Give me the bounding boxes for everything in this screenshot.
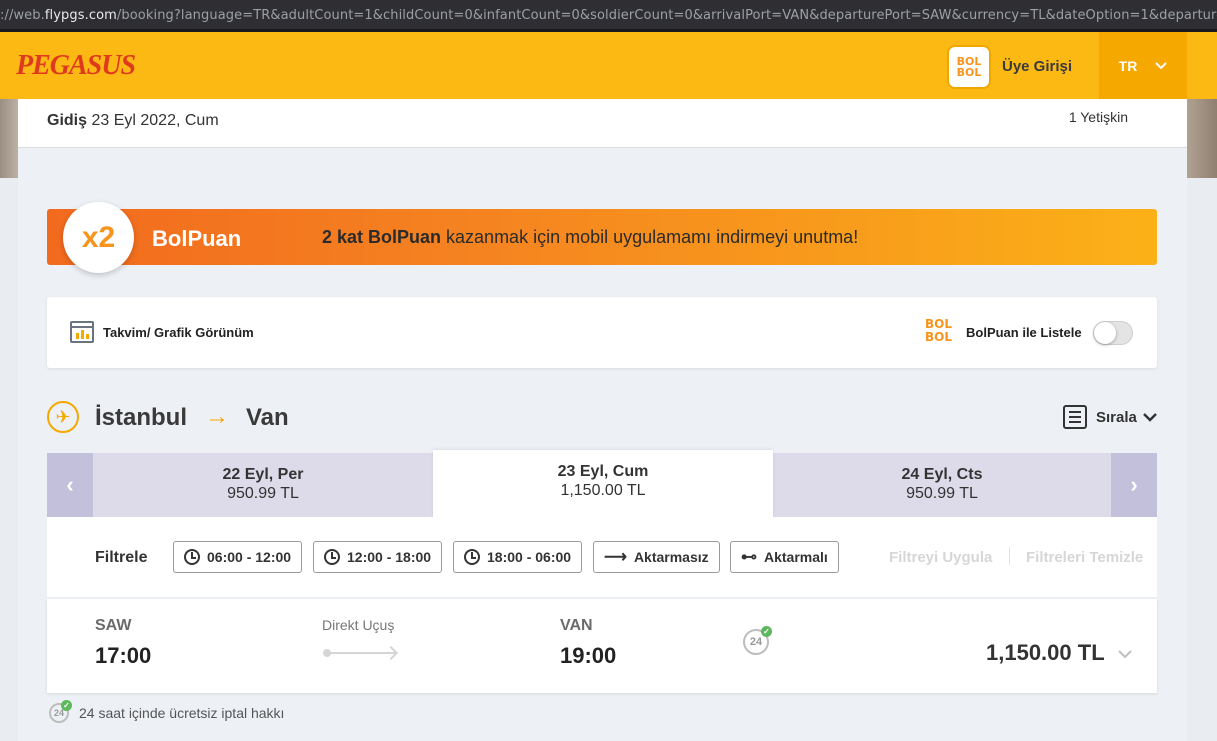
time-filter-label: 18:00 - 06:00: [487, 549, 572, 565]
sort-icon[interactable]: [1063, 405, 1087, 429]
language-code: TR: [1118, 57, 1138, 74]
filter-label: Filtrele: [95, 549, 148, 566]
direct-flight-filter[interactable]: ⟶ Aktarmasız: [593, 541, 720, 573]
chevron-right-icon: ›: [1130, 472, 1138, 497]
bolbol-small-logo-icon: BOL BOL: [925, 318, 952, 344]
plane-icon: ✈: [47, 401, 79, 433]
check-icon: ✓: [761, 626, 772, 637]
connecting-flight-filter[interactable]: ⊷ Aktarmalı: [730, 541, 839, 573]
date-tab-day: 22 Eyl, Per: [222, 466, 304, 483]
date-tab-selected[interactable]: 23 Eyl, Cum 1,150.00 TL: [433, 450, 773, 517]
site-header: PEGASUS BOL BOL Üye Girişi TR: [0, 32, 1217, 99]
date-tab-day: 23 Eyl, Cum: [557, 463, 649, 480]
direct-filter-label: Aktarmasız: [633, 549, 709, 565]
bolpuan-list-label: BolPuan ile Listele: [966, 325, 1082, 340]
route-destination: Van: [246, 404, 289, 431]
time-filter-night[interactable]: 18:00 - 06:00: [453, 541, 583, 573]
next-date-button[interactable]: ›: [1111, 453, 1157, 517]
bolbol-small-line-2: BOL: [925, 330, 952, 344]
flight-path-line: [323, 649, 395, 657]
calendar-view-link[interactable]: Takvim/ Grafik Görünüm: [103, 325, 254, 340]
sort-button[interactable]: Sırala: [1096, 409, 1137, 426]
member-login-link[interactable]: Üye Girişi: [1002, 58, 1072, 75]
departure-time: 17:00: [95, 643, 152, 668]
promo-message: 2 kat BolPuan kazanmak için mobil uygula…: [322, 227, 858, 248]
clock-icon: [324, 549, 340, 565]
connecting-icon: ⊷: [741, 549, 757, 566]
chevron-down-icon[interactable]: [1118, 649, 1132, 659]
passenger-count: 1 Yetişkin: [1068, 109, 1128, 125]
clear-filters-button[interactable]: Filtreleri Temizle: [1026, 549, 1143, 566]
date-tab[interactable]: 22 Eyl, Per 950.99 TL: [93, 453, 433, 517]
direct-arrow-icon: ⟶: [604, 549, 627, 566]
arrival-port: VAN: [560, 617, 593, 634]
divider: [1009, 547, 1010, 565]
route-origin: İstanbul: [95, 404, 188, 431]
bolbol-logo-line-2: BOL: [956, 66, 982, 79]
promo-brand: BolPuan: [152, 226, 242, 251]
date-tab[interactable]: 24 Eyl, Cts 950.99 TL: [773, 453, 1111, 517]
time-filter-label: 12:00 - 18:00: [347, 549, 432, 565]
url-path: /booking?language=TR&adultCount=1&childC…: [116, 8, 1217, 23]
url-prefix: ://web.: [0, 8, 45, 23]
time-filter-afternoon[interactable]: 12:00 - 18:00: [313, 541, 443, 573]
search-summary[interactable]: Gidiş 23 Eyl 2022, Cum 1 Yetişkin: [18, 99, 1187, 148]
free-cancel-24h-icon: 24 ✓: [743, 626, 772, 655]
free-cancel-24h-icon: 24 ✓: [49, 700, 72, 723]
departure-summary: Gidiş 23 Eyl 2022, Cum: [47, 112, 219, 130]
chevron-down-icon[interactable]: [1143, 412, 1157, 422]
clock-icon: [464, 549, 480, 565]
chevron-down-icon: [1155, 61, 1168, 69]
language-selector[interactable]: TR: [1099, 32, 1187, 99]
departure-date: 23 Eyl 2022, Cum: [91, 112, 219, 129]
clock-icon: [184, 549, 200, 565]
pegasus-logo[interactable]: PEGASUS: [16, 50, 136, 82]
arrival-time: 19:00: [560, 643, 617, 668]
cancel-badge-number: 24: [749, 636, 763, 648]
departure-port: SAW: [95, 617, 132, 634]
date-tab-day: 24 Eyl, Cts: [901, 466, 983, 483]
bolbol-logo-icon[interactable]: BOL BOL: [947, 45, 991, 89]
address-bar[interactable]: ://web.flypgs.com/booking?language=TR&ad…: [0, 0, 1217, 32]
free-cancel-note: 24 saat içinde ücretsiz iptal hakkı: [79, 705, 285, 721]
connecting-filter-label: Aktarmalı: [764, 549, 828, 565]
multiplier-badge: x2: [63, 202, 134, 273]
view-options-card: Takvim/ Grafik Görünüm BOL BOL BolPuan i…: [47, 297, 1157, 368]
apply-filter-button[interactable]: Filtreyi Uygula: [889, 549, 992, 566]
flight-type: Direkt Uçuş: [322, 617, 395, 633]
route-arrow-icon: →: [205, 403, 229, 430]
chevron-left-icon: ‹: [66, 472, 74, 497]
bolpuan-list-toggle[interactable]: [1093, 321, 1133, 345]
date-tab-price: 950.99 TL: [906, 485, 978, 502]
flight-price[interactable]: 1,150.00 TL: [986, 640, 1105, 666]
direction-label: Gidiş: [47, 112, 88, 129]
time-filter-label: 06:00 - 12:00: [207, 549, 292, 565]
promo-message-bold: 2 kat BolPuan: [322, 227, 442, 247]
time-filter-morning[interactable]: 06:00 - 12:00: [173, 541, 303, 573]
promo-message-rest: kazanmak için mobil uygulamamı indirmeyi…: [441, 227, 859, 247]
url-domain: flypgs.com: [44, 8, 117, 23]
date-tab-price: 950.99 TL: [227, 485, 299, 502]
date-tab-price: 1,150.00 TL: [560, 482, 646, 499]
check-icon: ✓: [61, 700, 72, 711]
previous-date-button[interactable]: ‹: [47, 453, 93, 517]
calendar-chart-icon[interactable]: [70, 321, 94, 343]
